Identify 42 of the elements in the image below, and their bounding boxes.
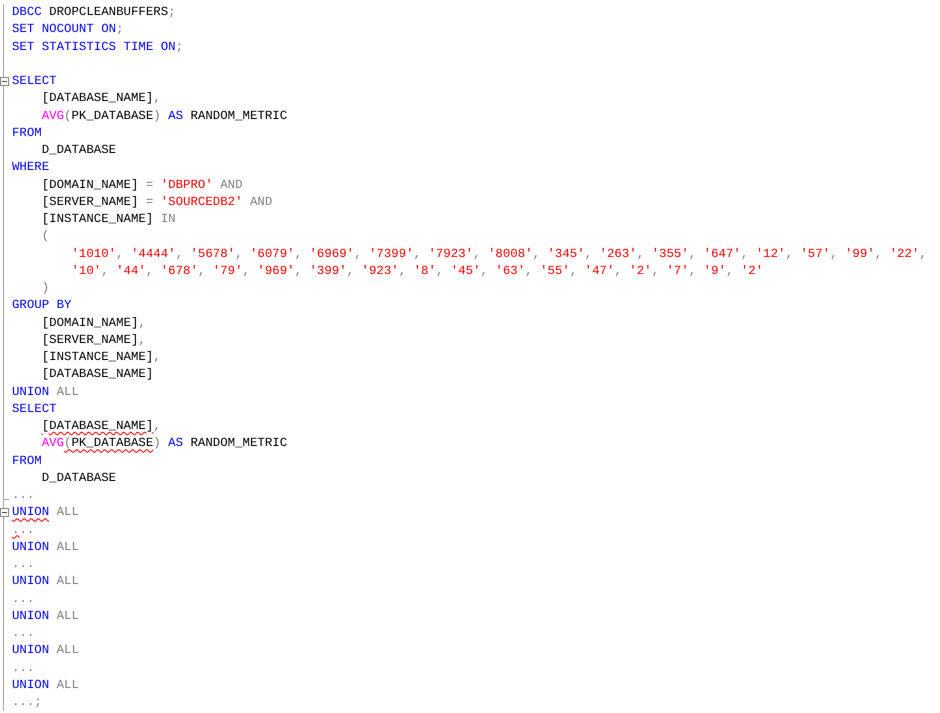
code-line: [INSTANCE_NAME], (42, 349, 161, 366)
code-line: UNION ALL (12, 642, 79, 660)
code-line: [DOMAIN_NAME] = 'DBPRO' AND (42, 176, 243, 194)
code-line: ... (12, 625, 34, 642)
collapse-icon[interactable] (0, 77, 9, 86)
collapse-icon[interactable] (0, 508, 9, 518)
code-line: UNION ALL (12, 384, 79, 400)
code-line: WHERE (12, 159, 50, 176)
code-line: FROM (12, 452, 42, 470)
code-line: SELECT (12, 400, 57, 418)
code-line: [DATABASE_NAME], (42, 418, 161, 435)
code-line: AVG(PK_DATABASE) AS RANDOM_METRIC (42, 108, 288, 124)
code-line: '1010', '4444', '5678', '6079', '6969', '7399', '7923', '8008', '345', '263', '355', '647', '12', '57', '99', '22', (71, 246, 927, 262)
code-line: GROUP BY (12, 297, 72, 314)
code-line: '10', '44', '678', '79', '969', '399', '923', '8', '45', '63', '55', '47', '2', '7', '9', '2' (71, 262, 764, 280)
code-line: [DATABASE_NAME] (42, 366, 154, 384)
code-line: [INSTANCE_NAME] IN (42, 211, 176, 228)
code-line: SET NOCOUNT ON; (12, 21, 124, 38)
code-line: D_DATABASE (42, 142, 116, 159)
code-line: ... (12, 487, 34, 504)
code-line: UNION ALL (12, 608, 79, 625)
code-line: ( (42, 228, 50, 246)
code-line: [DATABASE_NAME], (42, 90, 161, 108)
code-line: D_DATABASE (42, 470, 116, 487)
code-line: DBCC DROPCLEANBUFFERS; (12, 4, 176, 21)
code-line: AVG(PK_DATABASE) AS RANDOM_METRIC (42, 435, 288, 452)
code-line: UNION ALL (12, 676, 79, 694)
code-line: SET STATISTICS TIME ON; (12, 38, 184, 56)
code-line: ...; (12, 694, 42, 711)
code-line: ) (42, 280, 50, 297)
code-line: UNION ALL (12, 573, 79, 590)
code-line: ... (12, 590, 34, 608)
code-line: UNION ALL (12, 538, 79, 556)
code-line: ... (12, 556, 34, 573)
code-line: SELECT (12, 73, 57, 90)
code-line: [SERVER_NAME], (42, 332, 146, 349)
code-line: [DOMAIN_NAME], (42, 314, 146, 332)
code-line: ... (12, 660, 34, 676)
code-line: [SERVER_NAME] = 'SOURCEDB2' AND (42, 194, 272, 211)
code-line: ... (12, 522, 34, 538)
code-line: FROM (12, 124, 42, 142)
code-line: UNION ALL (12, 504, 79, 522)
